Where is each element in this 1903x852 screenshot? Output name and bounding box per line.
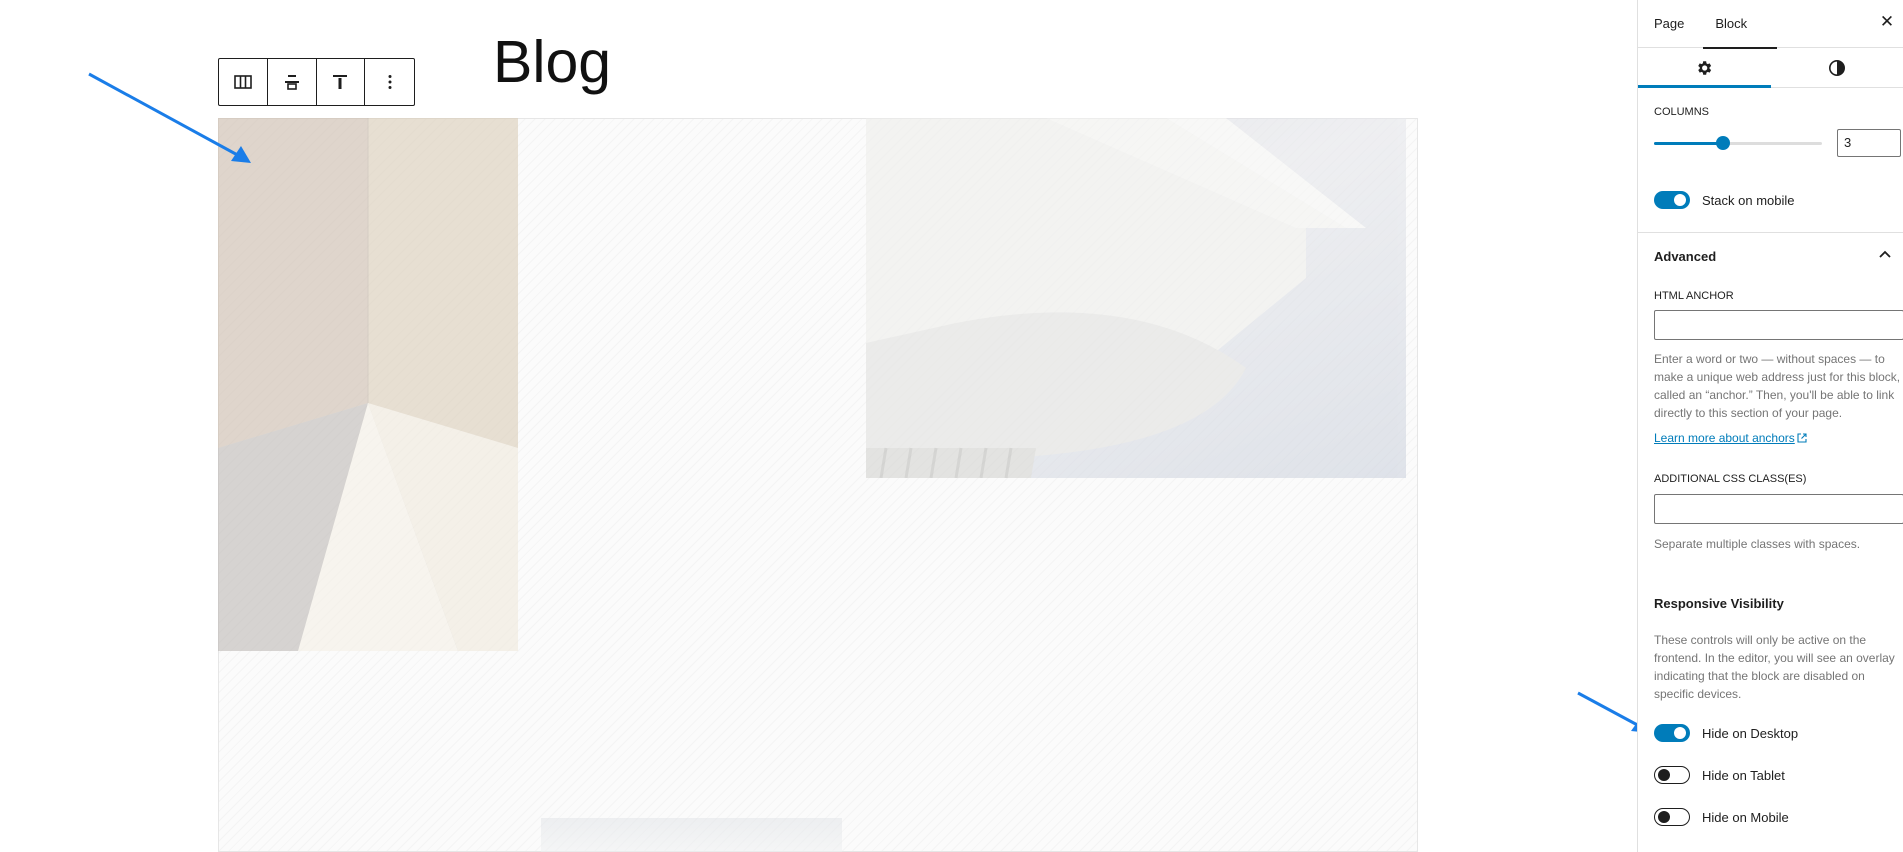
learn-more-anchors-link[interactable]: Learn more about anchors	[1654, 431, 1807, 445]
additional-css-label: ADDITIONAL CSS CLASS(ES)	[1654, 473, 1807, 485]
hide-on-desktop-row: Hide on Desktop	[1654, 723, 1798, 743]
column-image-architecture-right[interactable]	[866, 118, 1406, 478]
column-image-bottom[interactable]	[541, 818, 842, 852]
columns-number-input[interactable]: 3	[1837, 129, 1901, 157]
sidebar-tabs: Page Block ✕	[1638, 0, 1903, 49]
hide-on-tablet-toggle[interactable]	[1654, 766, 1690, 784]
external-link-icon	[1797, 433, 1807, 443]
more-options-button[interactable]	[365, 59, 414, 105]
hide-on-desktop-toggle[interactable]	[1654, 724, 1690, 742]
responsive-help-text: These controls will only be active on th…	[1654, 633, 1895, 701]
columns-slider-fill	[1654, 142, 1723, 145]
contrast-icon	[1828, 59, 1845, 76]
block-toolbar	[218, 58, 415, 106]
page-title[interactable]: Blog	[493, 24, 611, 100]
stack-on-mobile-row: Stack on mobile	[1654, 190, 1795, 210]
align-center-icon	[284, 75, 299, 90]
tab-settings[interactable]	[1638, 48, 1771, 88]
responsive-visibility-heading: Responsive Visibility	[1654, 596, 1784, 611]
css-class-help-text: Separate multiple classes with spaces.	[1654, 537, 1861, 551]
settings-sidebar: Page Block ✕ COLUMNS 3 Stack on mobile A…	[1637, 0, 1903, 852]
divider	[1638, 232, 1903, 233]
vertical-align-button[interactable]	[317, 59, 366, 105]
align-top-icon	[333, 75, 348, 89]
stack-on-mobile-toggle[interactable]	[1654, 191, 1690, 209]
hide-on-mobile-label: Hide on Mobile	[1702, 809, 1789, 825]
stack-on-mobile-label: Stack on mobile	[1702, 192, 1795, 208]
tab-page[interactable]: Page	[1654, 0, 1699, 48]
hide-on-mobile-toggle[interactable]	[1654, 808, 1690, 826]
columns-label: COLUMNS	[1654, 106, 1710, 118]
more-vertical-icon	[388, 75, 392, 89]
align-button[interactable]	[268, 59, 317, 105]
editor-canvas: Blog	[0, 0, 1637, 852]
learn-more-anchors-label: Learn more about anchors	[1654, 431, 1795, 445]
html-anchor-input[interactable]	[1654, 310, 1903, 340]
html-anchor-label: HTML ANCHOR	[1654, 290, 1734, 302]
anchor-help-text: Enter a word or two — without spaces — t…	[1654, 352, 1901, 420]
hide-on-tablet-label: Hide on Tablet	[1702, 767, 1785, 783]
close-icon[interactable]: ✕	[1877, 12, 1897, 32]
hide-on-tablet-row: Hide on Tablet	[1654, 765, 1785, 785]
chevron-up-icon[interactable]	[1877, 247, 1893, 263]
additional-css-input[interactable]	[1654, 494, 1903, 524]
gear-icon	[1698, 60, 1712, 75]
hide-on-desktop-label: Hide on Desktop	[1702, 725, 1799, 741]
columns-block-button[interactable]	[219, 59, 268, 105]
columns-range-control: 3	[1654, 128, 1903, 158]
tab-block[interactable]: Block	[1703, 0, 1777, 49]
hide-on-mobile-row: Hide on Mobile	[1654, 807, 1789, 827]
tab-styles[interactable]	[1771, 48, 1903, 87]
advanced-panel-toggle[interactable]: Advanced	[1654, 249, 1716, 264]
columns-icon	[234, 75, 252, 89]
column-image-architecture-left[interactable]	[218, 118, 518, 651]
block-inspector-subtabs	[1638, 48, 1903, 88]
columns-slider-thumb[interactable]	[1715, 136, 1730, 150]
